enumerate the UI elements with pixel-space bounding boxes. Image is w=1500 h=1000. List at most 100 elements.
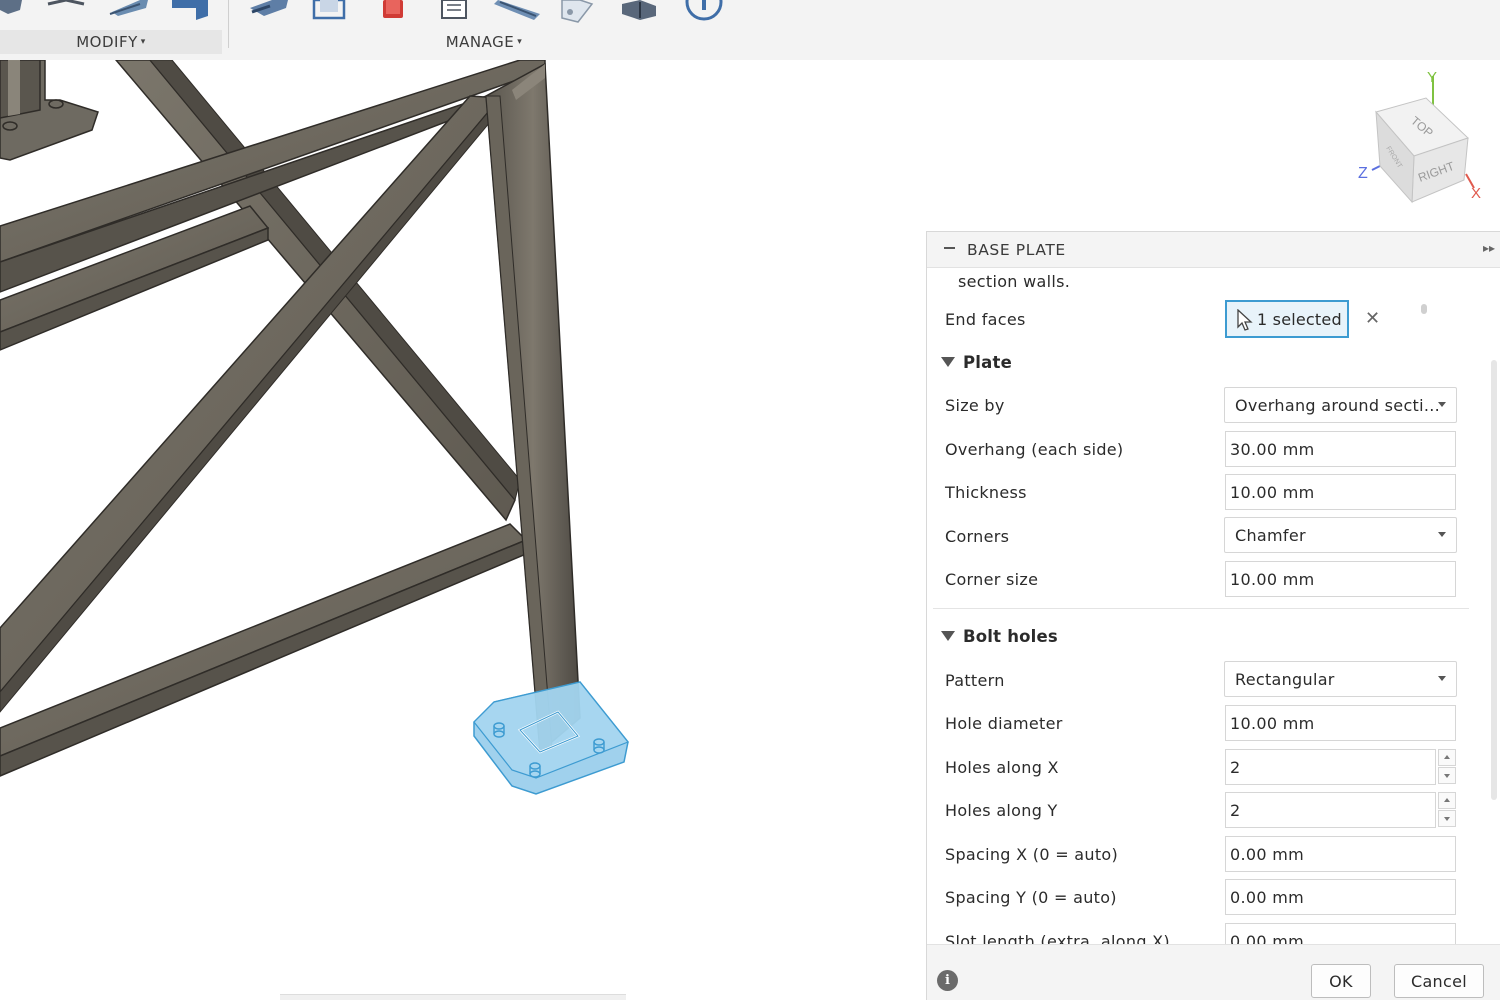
slot-length-input[interactable]: 0.00 mm — [1225, 923, 1456, 944]
front-leg — [485, 62, 581, 754]
manage-joint-icon[interactable] — [622, 0, 656, 20]
info-icon[interactable]: i — [937, 970, 958, 991]
back-leg — [0, 60, 99, 161]
increment-arrow-icon[interactable] — [1438, 749, 1456, 766]
scroll-indicator — [1421, 304, 1427, 314]
slot-length-label: Slot length (extra, along X) — [945, 932, 1170, 944]
corners-label: Corners — [945, 527, 1010, 546]
axis-y-label: Y — [1427, 69, 1437, 86]
overhang-value: 30.00 mm — [1230, 439, 1315, 459]
spacing-x-value: 0.00 mm — [1230, 844, 1304, 864]
manage-parameters-icon[interactable] — [250, 0, 288, 16]
size-by-label: Size by — [945, 396, 1005, 415]
bottom-toolbar-edge — [280, 994, 626, 1000]
toolbar-icons — [0, 0, 723, 23]
dialog-title: BASE PLATE — [967, 241, 1066, 259]
decrement-arrow-icon[interactable] — [1438, 767, 1456, 784]
manage-frame-icon[interactable] — [312, 0, 346, 20]
modify-press-pull-icon[interactable] — [109, 0, 148, 16]
hole-diameter-input[interactable]: 10.00 mm — [1225, 705, 1456, 741]
base-plate-dialog: BASE PLATE ▸▸ section walls. End faces 1… — [926, 231, 1500, 1000]
hole-diameter-value: 10.00 mm — [1230, 713, 1315, 733]
bolt-holes-section-header[interactable]: Bolt holes — [941, 627, 1058, 646]
view-cube[interactable]: Y X Z TOP RIGHT FRONT — [1350, 66, 1490, 212]
modify-shell-icon[interactable] — [172, 0, 208, 20]
manage-info-icon[interactable] — [685, 0, 723, 21]
toolbar-separator — [228, 0, 229, 48]
triangle-down-icon — [941, 631, 955, 641]
chevron-down-icon: ▾ — [517, 37, 523, 47]
bolt-holes-section-title: Bolt holes — [963, 627, 1058, 646]
size-by-dropdown[interactable]: Overhang around secti... — [1224, 387, 1457, 423]
overhang-label: Overhang (each side) — [945, 440, 1124, 459]
base-plate[interactable] — [473, 681, 629, 795]
pattern-dropdown[interactable]: Rectangular — [1224, 661, 1457, 697]
axis-z-label: Z — [1358, 165, 1368, 182]
holes-y-stepper[interactable] — [1438, 792, 1456, 828]
chevron-down-icon — [1438, 676, 1446, 681]
scrollbar[interactable] — [1491, 360, 1497, 800]
decrement-arrow-icon[interactable] — [1438, 810, 1456, 827]
holes-x-input[interactable]: 2 — [1225, 749, 1436, 785]
dialog-header: BASE PLATE ▸▸ — [927, 232, 1500, 268]
manage-weld-icon[interactable] — [494, 0, 540, 20]
spacing-y-label: Spacing Y (0 = auto) — [945, 888, 1117, 907]
description-text: section walls. — [958, 272, 1071, 291]
triangle-down-icon — [941, 357, 955, 367]
pattern-value: Rectangular — [1235, 669, 1335, 689]
dialog-footer: i OK Cancel — [927, 944, 1500, 1000]
end-faces-value: 1 selected — [1257, 309, 1342, 329]
spacing-y-input[interactable]: 0.00 mm — [1225, 879, 1456, 915]
holes-y-value: 2 — [1230, 800, 1241, 820]
spacing-y-value: 0.00 mm — [1230, 887, 1304, 907]
size-by-value: Overhang around secti... — [1235, 395, 1441, 415]
clear-selection-icon[interactable]: ✕ — [1365, 308, 1380, 329]
ok-button[interactable]: OK — [1311, 964, 1371, 998]
corner-size-label: Corner size — [945, 570, 1039, 589]
modify-push-pull-icon[interactable] — [0, 0, 22, 14]
cursor-arrow-icon — [1237, 309, 1253, 331]
manage-sheet-icon[interactable] — [441, 0, 467, 19]
holes-x-value: 2 — [1230, 757, 1241, 777]
thickness-input[interactable]: 10.00 mm — [1225, 474, 1456, 510]
modify-fillet-icon[interactable] — [47, 0, 85, 6]
manage-measure-icon[interactable] — [561, 0, 594, 23]
collapse-icon[interactable] — [944, 242, 956, 254]
thickness-value: 10.00 mm — [1230, 482, 1315, 502]
toolbar: MODIFY ▾ MANAGE ▾ — [0, 0, 1500, 60]
corners-dropdown[interactable]: Chamfer — [1224, 517, 1457, 553]
spacing-x-input[interactable]: 0.00 mm — [1225, 836, 1456, 872]
manage-menu[interactable]: MANAGE ▾ — [232, 30, 736, 54]
holes-x-label: Holes along X — [945, 758, 1059, 777]
manage-delete-icon[interactable] — [383, 0, 403, 18]
dialog-body: section walls. End faces 1 selected ✕ Pl… — [927, 268, 1500, 944]
plate-section-title: Plate — [963, 353, 1012, 372]
corner-size-input[interactable]: 10.00 mm — [1225, 561, 1456, 597]
cancel-button[interactable]: Cancel — [1394, 964, 1484, 998]
view-cube-graphic: Y X Z TOP RIGHT FRONT — [1358, 69, 1481, 204]
hole-diameter-label: Hole diameter — [945, 714, 1063, 733]
holes-y-input[interactable]: 2 — [1225, 792, 1436, 828]
modify-menu[interactable]: MODIFY ▾ — [0, 30, 222, 54]
plate-section-header[interactable]: Plate — [941, 353, 1012, 372]
manage-menu-label: MANAGE — [445, 33, 515, 51]
modify-menu-label: MODIFY — [76, 33, 138, 51]
corner-size-value: 10.00 mm — [1230, 569, 1315, 589]
chevron-down-icon: ▾ — [140, 37, 146, 47]
app-window: MODIFY ▾ MANAGE ▾ Y X Z TOP RIGHT FRONT … — [0, 0, 1500, 1000]
chevron-down-icon — [1438, 402, 1446, 407]
chevron-down-icon — [1438, 532, 1446, 537]
pattern-label: Pattern — [945, 671, 1005, 690]
end-faces-selection-button[interactable]: 1 selected — [1225, 300, 1349, 338]
slot-length-value: 0.00 mm — [1230, 931, 1304, 945]
expand-arrows-icon[interactable]: ▸▸ — [1483, 241, 1495, 255]
holes-x-stepper[interactable] — [1438, 749, 1456, 785]
thickness-label: Thickness — [945, 483, 1027, 502]
top-beam — [0, 60, 546, 293]
overhang-input[interactable]: 30.00 mm — [1225, 431, 1456, 467]
end-faces-label: End faces — [945, 310, 1026, 329]
increment-arrow-icon[interactable] — [1438, 792, 1456, 809]
3d-viewport[interactable] — [0, 60, 926, 1000]
corners-value: Chamfer — [1235, 525, 1306, 545]
section-divider — [933, 608, 1469, 609]
